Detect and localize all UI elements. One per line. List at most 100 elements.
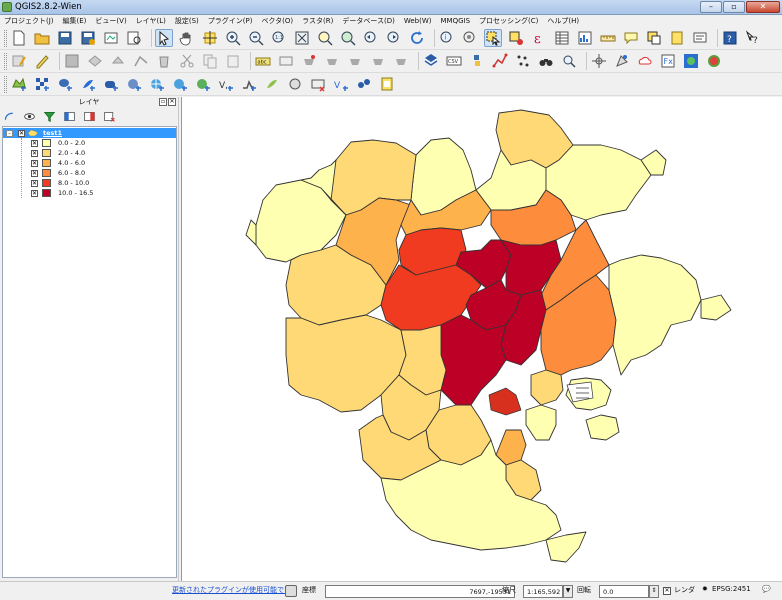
menu-processing[interactable]: プロセッシング(C) bbox=[479, 16, 538, 26]
zoom-full-icon[interactable] bbox=[293, 29, 311, 47]
pan-select-arrow-icon[interactable] bbox=[155, 29, 173, 47]
zoom-in-icon[interactable] bbox=[224, 29, 242, 47]
legend-class-row[interactable]: ✕ 6.0 - 8.0 bbox=[3, 168, 176, 178]
new-bookmark-icon[interactable] bbox=[645, 29, 663, 47]
node-tool-icon[interactable] bbox=[132, 52, 150, 70]
add-postgis-layer-icon[interactable] bbox=[56, 75, 74, 93]
search-layer-icon[interactable] bbox=[560, 52, 578, 70]
gps-icon[interactable] bbox=[355, 75, 373, 93]
remove-layer-icon[interactable] bbox=[309, 75, 327, 93]
menu-plugins[interactable]: プラグイン(P) bbox=[208, 16, 253, 26]
whats-this-icon[interactable]: ? bbox=[744, 29, 762, 47]
pan-map-hand-icon[interactable] bbox=[178, 29, 196, 47]
pan-to-selection-icon[interactable] bbox=[201, 29, 219, 47]
new-temp-layer-icon[interactable] bbox=[286, 75, 304, 93]
menu-database[interactable]: データベース(D) bbox=[342, 16, 395, 26]
add-oracle-layer-icon[interactable] bbox=[125, 75, 143, 93]
cut-features-icon[interactable] bbox=[178, 52, 196, 70]
collapse-all-icon[interactable] bbox=[83, 110, 96, 123]
statistics-icon[interactable] bbox=[576, 29, 594, 47]
maximize-button[interactable]: ▫ bbox=[723, 1, 745, 13]
class-visibility-checkbox[interactable]: ✕ bbox=[31, 189, 38, 197]
class-visibility-checkbox[interactable]: ✕ bbox=[31, 149, 38, 157]
qgis-cloud-icon[interactable] bbox=[636, 52, 654, 70]
menu-edit[interactable]: 編集(E) bbox=[63, 16, 87, 26]
label-toolbar-icon[interactable]: abc bbox=[254, 52, 272, 70]
scale-field[interactable]: 1:165,592 bbox=[523, 585, 563, 598]
zoom-next-icon[interactable] bbox=[385, 29, 403, 47]
map-region[interactable] bbox=[700, 294, 732, 321]
attribute-table-icon[interactable] bbox=[553, 29, 571, 47]
show-bookmarks-icon[interactable] bbox=[668, 29, 686, 47]
zoom-last-icon[interactable] bbox=[362, 29, 380, 47]
pin-labels-icon[interactable] bbox=[300, 52, 318, 70]
add-vector-layer-icon[interactable] bbox=[10, 75, 28, 93]
paste-features-icon[interactable] bbox=[224, 52, 242, 70]
class-visibility-checkbox[interactable]: ✕ bbox=[31, 159, 38, 167]
save-as-icon[interactable] bbox=[79, 29, 97, 47]
move-feature-icon[interactable] bbox=[109, 52, 127, 70]
open-project-icon[interactable] bbox=[33, 29, 51, 47]
change-label-icon[interactable] bbox=[392, 52, 410, 70]
map-tips-icon[interactable] bbox=[622, 29, 640, 47]
menu-web[interactable]: Web(W) bbox=[404, 17, 432, 25]
zoom-to-selection-icon[interactable] bbox=[316, 29, 334, 47]
layer-labeling-icon[interactable] bbox=[277, 52, 295, 70]
db-manager-icon[interactable] bbox=[422, 52, 440, 70]
rotate-label-icon[interactable] bbox=[369, 52, 387, 70]
menu-view[interactable]: ビュー(V) bbox=[95, 16, 126, 26]
map-region[interactable] bbox=[440, 314, 507, 406]
map-region[interactable] bbox=[245, 219, 257, 246]
coordinate-capture-icon[interactable] bbox=[590, 52, 608, 70]
add-wms-layer-icon[interactable] bbox=[148, 75, 166, 93]
coordinate-field[interactable]: 7697,-19531 bbox=[325, 585, 515, 598]
collapse-toggle[interactable]: - bbox=[6, 129, 13, 137]
add-raster-layer-icon[interactable] bbox=[33, 75, 51, 93]
python-console-icon[interactable] bbox=[468, 52, 486, 70]
layer-row-test1[interactable]: - ✕ test1 bbox=[3, 128, 176, 138]
legend-class-row[interactable]: ✕ 4.0 - 6.0 bbox=[3, 158, 176, 168]
rotation-field[interactable]: 0.0 bbox=[599, 585, 649, 598]
add-spatialite-layer-icon[interactable] bbox=[79, 75, 97, 93]
legend-class-row[interactable]: ✕ 10.0 - 16.5 bbox=[3, 188, 176, 198]
georeferencer-icon[interactable] bbox=[613, 52, 631, 70]
map-region[interactable] bbox=[585, 414, 620, 441]
map-region[interactable] bbox=[530, 369, 564, 406]
copy-features-icon[interactable] bbox=[201, 52, 219, 70]
add-virtual-layer-icon[interactable]: V bbox=[332, 75, 350, 93]
menu-raster[interactable]: ラスタ(R) bbox=[302, 16, 333, 26]
legend-class-row[interactable]: ✕ 8.0 - 10.0 bbox=[3, 178, 176, 188]
measure-line-icon[interactable] bbox=[599, 29, 617, 47]
expand-all-icon[interactable] bbox=[63, 110, 76, 123]
map-canvas[interactable] bbox=[181, 97, 782, 581]
refresh-icon[interactable] bbox=[408, 29, 426, 47]
new-spatialite-icon[interactable] bbox=[263, 75, 281, 93]
composer-manager-icon[interactable] bbox=[125, 29, 143, 47]
menu-mmqgis[interactable]: MMQGIS bbox=[441, 17, 471, 25]
new-project-icon[interactable] bbox=[10, 29, 28, 47]
delete-selected-icon[interactable] bbox=[155, 52, 173, 70]
measure-icon[interactable] bbox=[461, 29, 479, 47]
crs-globe-icon[interactable]: ✹ bbox=[702, 585, 708, 593]
render-checkbox[interactable]: ✕ bbox=[663, 587, 671, 595]
choropleth-map[interactable] bbox=[182, 97, 782, 581]
scale-dropdown[interactable]: ▼ bbox=[563, 585, 573, 598]
class-visibility-checkbox[interactable]: ✕ bbox=[31, 139, 38, 147]
add-wcs-layer-icon[interactable] bbox=[171, 75, 189, 93]
save-project-icon[interactable] bbox=[56, 29, 74, 47]
plugin-update-link[interactable]: 更新されたプラグインが使用可能です bbox=[172, 585, 291, 595]
add-wfs-layer-icon[interactable] bbox=[194, 75, 212, 93]
class-visibility-checkbox[interactable]: ✕ bbox=[31, 169, 38, 177]
graph-plugin-icon[interactable] bbox=[491, 52, 509, 70]
menu-help[interactable]: ヘルプ(H) bbox=[547, 16, 579, 26]
layer-properties-icon[interactable] bbox=[378, 75, 396, 93]
zoom-to-layer-icon[interactable] bbox=[339, 29, 357, 47]
dotmap-icon[interactable] bbox=[514, 52, 532, 70]
help-contents-icon[interactable]: ? bbox=[721, 29, 739, 47]
text-annotation-icon[interactable] bbox=[691, 29, 709, 47]
move-label-icon[interactable] bbox=[346, 52, 364, 70]
add-mssql-layer-icon[interactable] bbox=[102, 75, 120, 93]
add-feature-icon[interactable] bbox=[86, 52, 104, 70]
globe-icon[interactable] bbox=[682, 52, 700, 70]
new-print-composer-icon[interactable] bbox=[102, 29, 120, 47]
